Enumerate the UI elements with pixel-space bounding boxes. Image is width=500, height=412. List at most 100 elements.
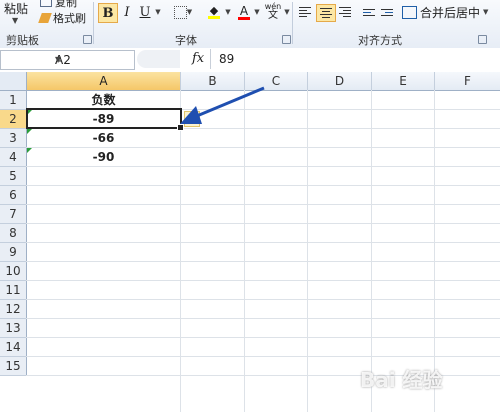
row-header-5[interactable]: 5 bbox=[0, 167, 27, 186]
ribbon: 粘贴 ▼ 复制 格式刷 剪贴板 B I U ▼ ▼ ◆ ▼ A ▼ wén 文 … bbox=[0, 0, 500, 49]
font-color-bar bbox=[238, 16, 250, 20]
name-box[interactable]: A2 ▼ bbox=[0, 50, 135, 70]
phonetic-button[interactable]: wén 文 bbox=[262, 3, 284, 21]
merge-center-label: 合并后居中 bbox=[420, 5, 481, 20]
merge-center-button[interactable]: 合并后居中 ▼ bbox=[402, 3, 500, 21]
underline-button[interactable]: U bbox=[138, 3, 152, 21]
column-header-e[interactable]: E bbox=[372, 72, 435, 91]
worksheet-grid[interactable]: A B C D E F 1 2 3 4 5 6 7 8 9 10 11 12 13 14 15 负数 -89… bbox=[0, 72, 500, 412]
paste-dropdown-icon[interactable]: ▼ bbox=[12, 16, 18, 25]
decrease-indent-icon bbox=[363, 8, 375, 16]
fill-bucket-icon: ◆ bbox=[209, 4, 219, 17]
phonetic-bottom: 文 bbox=[268, 10, 278, 21]
align-right-icon bbox=[339, 7, 351, 17]
align-left-button[interactable] bbox=[296, 4, 314, 20]
row-header-15[interactable]: 15 bbox=[0, 357, 27, 376]
row-header-13[interactable]: 13 bbox=[0, 319, 27, 338]
group-separator bbox=[93, 2, 94, 44]
clipboard-launcher-icon[interactable] bbox=[83, 35, 92, 44]
column-header-b[interactable]: B bbox=[181, 72, 245, 91]
format-painter-icon bbox=[38, 13, 52, 23]
group-label-alignment: 对齐方式 bbox=[358, 34, 402, 47]
formula-value: 89 bbox=[219, 52, 235, 66]
align-center-button[interactable] bbox=[316, 4, 336, 22]
row-header-3[interactable]: 3 bbox=[0, 129, 27, 148]
column-header-c[interactable]: C bbox=[245, 72, 308, 91]
row-gridline bbox=[26, 261, 500, 262]
select-all-corner[interactable] bbox=[0, 72, 27, 91]
row-header-2[interactable]: 2 bbox=[0, 110, 27, 129]
copy-label: 复制 bbox=[55, 0, 77, 9]
font-color-button[interactable]: A bbox=[232, 3, 256, 21]
row-header-7[interactable]: 7 bbox=[0, 205, 27, 224]
bold-button[interactable]: B bbox=[98, 3, 118, 23]
format-painter-button[interactable]: 格式刷 bbox=[38, 10, 86, 26]
cell-a4[interactable]: -90 bbox=[27, 148, 180, 166]
align-left-icon bbox=[299, 7, 311, 17]
watermark: Bai 经验 bbox=[360, 368, 443, 392]
row-header-10[interactable]: 10 bbox=[0, 262, 27, 281]
insert-function-icon[interactable]: fx bbox=[192, 51, 204, 66]
row-header-4[interactable]: 4 bbox=[0, 148, 27, 167]
align-right-button[interactable] bbox=[336, 4, 354, 20]
row-header-11[interactable]: 11 bbox=[0, 281, 27, 300]
row-gridline bbox=[26, 166, 500, 167]
fill-handle[interactable] bbox=[177, 124, 184, 131]
active-cell-border bbox=[26, 108, 182, 129]
copy-icon bbox=[40, 0, 52, 7]
error-options-icon[interactable]: ◈ bbox=[184, 111, 200, 127]
merge-dropdown-icon[interactable]: ▼ bbox=[483, 8, 488, 16]
underline-dropdown-icon[interactable]: ▼ bbox=[154, 3, 162, 21]
paste-label: 粘贴 bbox=[4, 2, 29, 16]
row-gridline bbox=[26, 185, 500, 186]
row-header-1[interactable]: 1 bbox=[0, 91, 27, 110]
fill-color-bar bbox=[208, 16, 220, 19]
group-label-clipboard: 剪贴板 bbox=[6, 34, 39, 47]
font-color-icon: A bbox=[239, 3, 249, 18]
format-painter-label: 格式刷 bbox=[53, 12, 86, 25]
formula-bar-divider bbox=[137, 50, 180, 68]
fill-color-dropdown-icon[interactable]: ▼ bbox=[225, 3, 231, 21]
name-box-dropdown-icon[interactable]: ▼ bbox=[55, 55, 130, 64]
row-header-6[interactable]: 6 bbox=[0, 186, 27, 205]
column-gridline bbox=[180, 90, 181, 412]
font-color-dropdown-icon[interactable]: ▼ bbox=[254, 3, 260, 21]
row-gridline bbox=[26, 337, 500, 338]
decrease-indent-button[interactable] bbox=[360, 4, 378, 20]
fill-color-button[interactable]: ◆ bbox=[202, 3, 226, 21]
cell-a3[interactable]: -66 bbox=[27, 129, 180, 147]
align-center-icon bbox=[320, 8, 332, 18]
font-launcher-icon[interactable] bbox=[282, 35, 291, 44]
group-label-font: 字体 bbox=[175, 34, 197, 47]
formula-bar: A2 ▼ fx 89 bbox=[0, 48, 500, 73]
copy-button[interactable]: 复制 bbox=[40, 0, 77, 10]
row-gridline bbox=[26, 318, 500, 319]
row-gridline bbox=[26, 204, 500, 205]
phonetic-dropdown-icon[interactable]: ▼ bbox=[284, 3, 290, 21]
merge-center-icon bbox=[402, 5, 417, 19]
column-gridline bbox=[244, 90, 245, 412]
alignment-launcher-icon[interactable] bbox=[478, 35, 487, 44]
column-header-d[interactable]: D bbox=[308, 72, 372, 91]
row-gridline bbox=[26, 223, 500, 224]
row-gridline bbox=[26, 299, 500, 300]
column-header-f[interactable]: F bbox=[435, 72, 500, 91]
increase-indent-icon bbox=[381, 8, 393, 16]
column-header-a[interactable]: A bbox=[27, 72, 181, 91]
row-header-12[interactable]: 12 bbox=[0, 300, 27, 319]
row-header-14[interactable]: 14 bbox=[0, 338, 27, 357]
error-indicator bbox=[27, 129, 32, 134]
row-gridline bbox=[26, 242, 500, 243]
row-header-8[interactable]: 8 bbox=[0, 224, 27, 243]
italic-button[interactable]: I bbox=[121, 3, 133, 21]
row-gridline bbox=[26, 356, 500, 357]
error-indicator bbox=[27, 148, 32, 153]
row-header-9[interactable]: 9 bbox=[0, 243, 27, 262]
increase-indent-button[interactable] bbox=[378, 4, 396, 20]
borders-button[interactable]: ▼ bbox=[172, 3, 194, 21]
group-separator bbox=[292, 2, 293, 44]
row-gridline bbox=[26, 280, 500, 281]
column-gridline bbox=[307, 90, 308, 412]
formula-input[interactable]: 89 bbox=[210, 49, 500, 69]
cell-a1[interactable]: 负数 bbox=[27, 91, 180, 109]
